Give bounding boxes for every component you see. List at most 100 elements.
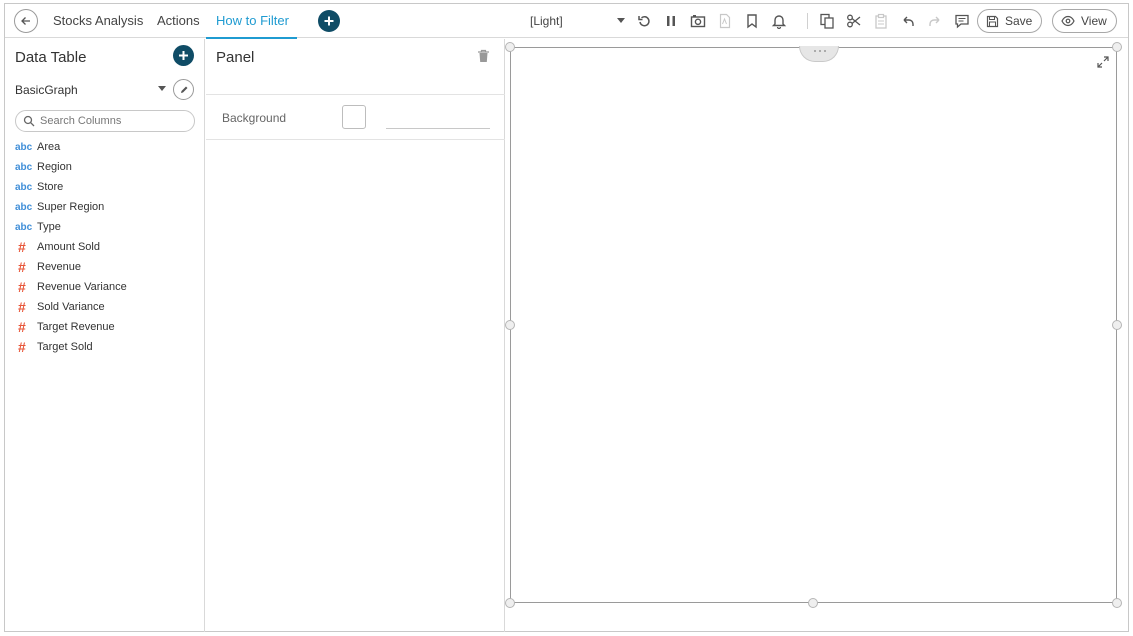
search-columns-input[interactable]	[40, 113, 190, 129]
pause-icon	[667, 16, 675, 26]
column-item[interactable]: # Amount Sold	[15, 237, 200, 257]
column-item[interactable]: abc Area	[15, 137, 200, 157]
column-item[interactable]: abc Region	[15, 157, 200, 177]
column-item[interactable]: abc Store	[15, 177, 200, 197]
background-color-swatch[interactable]	[342, 105, 366, 129]
copy-button[interactable]	[818, 12, 836, 30]
text-type-icon: abc	[15, 221, 33, 233]
eye-icon	[1061, 15, 1075, 27]
resize-handle-right[interactable]	[1112, 320, 1122, 330]
resize-handle-left[interactable]	[505, 320, 515, 330]
scissors-icon	[847, 14, 861, 28]
column-name: Super Region	[37, 201, 105, 213]
numeric-type-icon: #	[18, 279, 26, 295]
redo-button[interactable]	[926, 12, 944, 30]
data-source-select[interactable]: BasicGraph	[15, 83, 78, 97]
pdf-button[interactable]	[716, 12, 734, 30]
refresh-icon	[638, 15, 650, 27]
column-name: Revenue	[37, 261, 82, 273]
refresh-button[interactable]	[635, 12, 653, 30]
column-item[interactable]: # Revenue Variance	[15, 277, 200, 297]
save-button-label: Save	[1005, 14, 1033, 28]
pdf-icon	[719, 13, 731, 29]
add-data-table-button[interactable]	[173, 45, 194, 66]
canvas-area	[505, 39, 1128, 632]
trash-icon	[478, 49, 489, 62]
tab-how-to-filter[interactable]: How to Filter	[206, 4, 297, 39]
background-color-input[interactable]	[386, 109, 490, 129]
panel-title: Panel	[216, 49, 255, 66]
alert-button[interactable]	[770, 12, 788, 30]
back-button[interactable]	[14, 9, 38, 33]
tab-actions[interactable]: Actions	[157, 4, 200, 38]
bell-icon	[771, 15, 787, 29]
bookmark-button[interactable]	[743, 12, 761, 30]
comment-button[interactable]	[953, 12, 971, 30]
text-type-icon: abc	[15, 141, 33, 153]
snapshot-button[interactable]	[689, 12, 707, 30]
plus-icon	[324, 16, 334, 26]
panel-drag-handle[interactable]	[799, 46, 839, 62]
column-name: Region	[37, 161, 72, 173]
save-button[interactable]: Save	[977, 9, 1043, 33]
resize-handle-top-left[interactable]	[505, 42, 515, 52]
toolbar-divider	[807, 13, 808, 29]
app-window: Stocks Analysis Actions How to Filter [L…	[4, 3, 1129, 632]
add-tab-button[interactable]	[318, 10, 340, 32]
pencil-icon	[180, 86, 187, 93]
resize-handle-bottom-left[interactable]	[505, 598, 515, 608]
column-list: abc Area abc Region abc Store abc Super Region a…	[15, 137, 200, 357]
paste-button[interactable]	[872, 12, 890, 30]
column-name: Target Sold	[37, 341, 93, 353]
expand-button[interactable]	[1097, 55, 1109, 73]
edit-data-source-button[interactable]	[173, 79, 194, 100]
resize-handle-top-right[interactable]	[1112, 42, 1122, 52]
text-type-icon: abc	[15, 181, 33, 193]
plus-icon	[179, 51, 188, 60]
cut-button[interactable]	[845, 12, 863, 30]
resize-handle-bottom[interactable]	[808, 598, 818, 608]
search-columns-field[interactable]	[15, 110, 195, 132]
column-item[interactable]: abc Type	[15, 217, 200, 237]
view-button-label: View	[1081, 14, 1107, 28]
text-type-icon: abc	[15, 201, 33, 213]
column-name: Store	[37, 181, 64, 193]
column-name: Area	[37, 141, 61, 153]
column-item[interactable]: # Revenue	[15, 257, 200, 277]
data-table-panel: Data Table BasicGraph abcAreaabcRegionab…	[5, 39, 205, 632]
numeric-type-icon: #	[18, 319, 26, 335]
undo-button[interactable]	[899, 12, 917, 30]
resize-handle-bottom-right[interactable]	[1112, 598, 1122, 608]
panel-canvas[interactable]	[505, 42, 1122, 608]
column-name: Type	[37, 221, 61, 233]
copy-icon	[820, 13, 834, 29]
camera-icon	[690, 15, 706, 28]
column-name: Revenue Variance	[37, 281, 127, 293]
top-toolbar: Stocks Analysis Actions How to Filter [L…	[5, 4, 1128, 39]
redo-icon	[929, 16, 940, 26]
chevron-down-icon	[617, 18, 625, 23]
chevron-down-icon[interactable]	[158, 86, 166, 91]
column-name: Target Revenue	[37, 321, 115, 333]
numeric-type-icon: #	[18, 299, 26, 315]
view-button[interactable]: View	[1052, 9, 1117, 33]
arrow-left-icon	[21, 17, 30, 25]
background-label: Background	[222, 111, 287, 125]
column-item[interactable]: # Sold Variance	[15, 297, 200, 317]
save-icon	[986, 15, 999, 27]
divider	[206, 94, 505, 95]
delete-panel-button[interactable]	[477, 49, 490, 68]
column-item[interactable]: # Target Sold	[15, 337, 200, 357]
theme-select[interactable]: [Light]	[530, 4, 630, 38]
search-icon	[23, 115, 35, 127]
data-table-title: Data Table	[15, 49, 87, 66]
numeric-type-icon: #	[18, 239, 26, 255]
text-type-icon: abc	[15, 161, 33, 173]
column-name: Sold Variance	[37, 301, 105, 313]
pause-button[interactable]	[662, 12, 680, 30]
bookmark-icon	[747, 14, 757, 29]
tab-stocks-analysis[interactable]: Stocks Analysis	[53, 4, 143, 38]
column-item[interactable]: # Target Revenue	[15, 317, 200, 337]
column-item[interactable]: abc Super Region	[15, 197, 200, 217]
column-name: Amount Sold	[37, 241, 100, 253]
